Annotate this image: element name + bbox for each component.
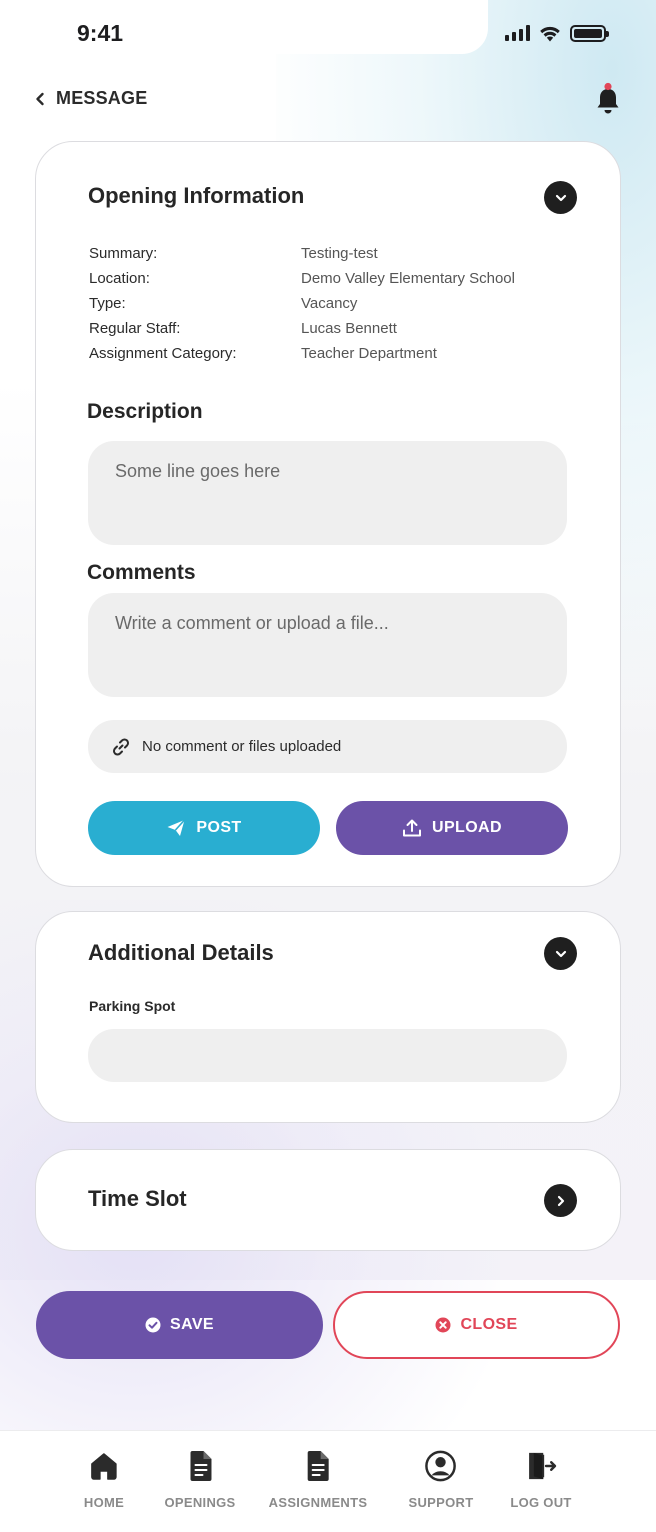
upload-button[interactable]: UPLOAD: [336, 801, 568, 855]
header-title: MESSAGE: [56, 88, 148, 108]
save-button-label: SAVE: [170, 1316, 214, 1333]
opening-information-title: Opening Information: [88, 183, 305, 208]
nav-item-logout[interactable]: LOG OUT: [510, 1449, 571, 1510]
info-key: Location:: [89, 270, 150, 287]
chevron-right-icon: [557, 1195, 564, 1206]
info-row: Location: Demo Valley Elementary School: [89, 266, 515, 291]
info-key: Assignment Category:: [89, 345, 237, 362]
opening-information-card: Opening Information Summary: Testing-tes…: [35, 141, 621, 887]
save-button[interactable]: SAVE: [36, 1291, 323, 1359]
cellular-signal-icon: [505, 25, 530, 41]
collapse-additional-details-button[interactable]: [544, 937, 577, 970]
additional-details-card: Additional Details Parking Spot: [35, 911, 621, 1123]
document-icon: [190, 1451, 211, 1481]
nav-label-support: SUPPORT: [408, 1495, 474, 1510]
battery-icon: [570, 24, 609, 42]
info-value: Vacancy: [301, 295, 358, 312]
parking-spot-label: Parking Spot: [89, 998, 176, 1014]
nav-item-support[interactable]: SUPPORT: [409, 1449, 474, 1510]
nav-label-home: HOME: [83, 1495, 125, 1510]
info-value: Demo Valley Elementary School: [301, 270, 515, 287]
notification-dot: [604, 82, 612, 91]
post-button-label: POST: [196, 819, 242, 836]
chevron-down-icon: [555, 194, 566, 201]
nav-label-assignments: ASSIGNMENTS: [268, 1495, 368, 1510]
chevron-down-icon: [555, 950, 566, 957]
wifi-icon: [540, 26, 560, 42]
home-icon: [91, 1453, 117, 1480]
attachments-status: No comment or files uploaded: [88, 720, 567, 773]
comments-label: Comments: [87, 561, 196, 584]
notification-bell-icon[interactable]: [593, 82, 623, 116]
nav-item-openings[interactable]: OPENINGS: [164, 1449, 235, 1510]
close-circle-icon: [435, 1317, 451, 1333]
close-button[interactable]: CLOSE: [333, 1291, 620, 1359]
upload-icon: [403, 819, 422, 837]
info-row: Summary: Testing-test: [89, 241, 515, 266]
description-label: Description: [87, 400, 203, 423]
collapse-opening-information-button[interactable]: [544, 181, 577, 214]
info-row: Assignment Category: Teacher Department: [89, 341, 515, 366]
comment-field[interactable]: [88, 593, 567, 697]
info-key: Regular Staff:: [89, 320, 181, 337]
attachments-status-text: No comment or files uploaded: [142, 738, 342, 755]
parking-spot-input[interactable]: [88, 1029, 567, 1082]
info-value: Teacher Department: [301, 345, 437, 362]
app-screen: 9:41 MESSAGE Opening Information Summary…: [0, 0, 656, 1532]
nav-item-assignments[interactable]: ASSIGNMENTS: [269, 1449, 368, 1510]
info-row: Type: Vacancy: [89, 291, 515, 316]
expand-time-slot-button[interactable]: [544, 1184, 577, 1217]
additional-details-title: Additional Details: [88, 940, 274, 965]
description-field[interactable]: [88, 441, 567, 545]
time-slot-card[interactable]: Time Slot: [35, 1149, 621, 1251]
info-row: Regular Staff: Lucas Bennett: [89, 316, 515, 341]
chevron-left-icon: [36, 92, 44, 105]
nav-label-logout: LOG OUT: [510, 1495, 572, 1510]
post-button[interactable]: POST: [88, 801, 320, 855]
logout-icon: [528, 1452, 556, 1480]
status-icons: [505, 24, 609, 42]
back-button[interactable]: MESSAGE: [34, 88, 147, 109]
info-value: Testing-test: [301, 245, 378, 262]
info-key: Summary:: [89, 245, 158, 262]
info-key: Type:: [89, 295, 126, 312]
document-icon: [308, 1451, 329, 1481]
info-value: Lucas Bennett: [301, 320, 397, 337]
upload-button-label: UPLOAD: [432, 819, 502, 836]
user-circle-icon: [425, 1450, 457, 1482]
send-icon: [167, 819, 186, 836]
nav-item-home[interactable]: HOME: [84, 1449, 124, 1510]
check-circle-icon: [145, 1317, 161, 1333]
nav-label-openings: OPENINGS: [164, 1495, 236, 1510]
status-time: 9:41: [77, 20, 124, 46]
status-bar-area: [0, 0, 488, 54]
time-slot-title: Time Slot: [88, 1186, 187, 1211]
opening-info-table: Summary: Testing-test Location: Demo Val…: [89, 241, 515, 366]
link-icon: [112, 737, 130, 756]
bottom-navigation: HOME OPENINGS ASSIGNMENTS SUPPORT LOG OU…: [0, 1430, 656, 1532]
close-button-label: CLOSE: [460, 1316, 518, 1333]
